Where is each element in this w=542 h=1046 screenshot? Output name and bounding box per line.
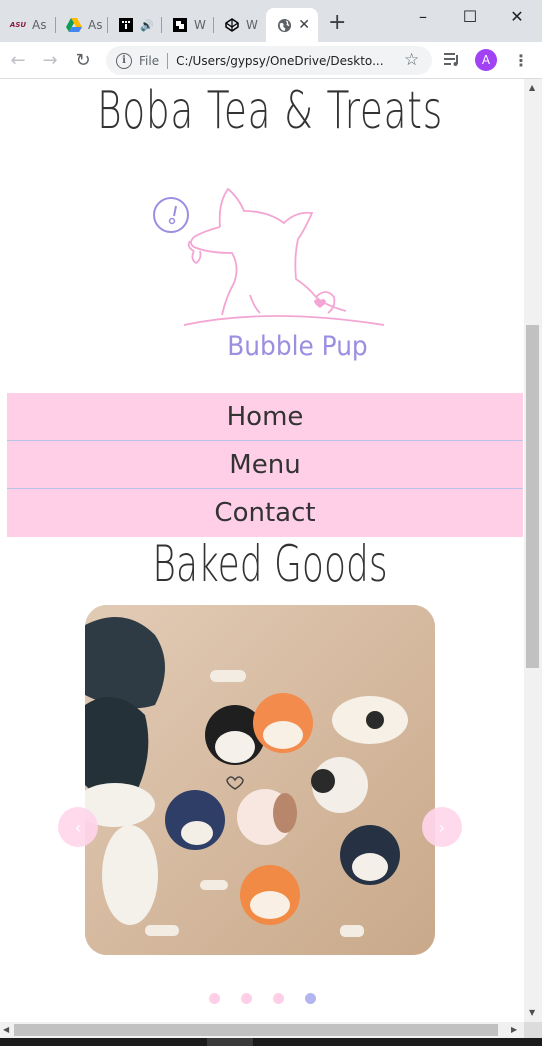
horizontal-scrollbar[interactable]: ◀ ▶ [0, 1022, 524, 1038]
globe-icon [276, 17, 292, 33]
scroll-up-icon[interactable]: ▲ [529, 83, 535, 92]
nav-menu[interactable]: Menu [7, 441, 523, 489]
bubble-pup-logo[interactable]: Bubble Pup [150, 183, 390, 367]
music-player-icon [118, 17, 134, 33]
speaker-icon: 🔊 [140, 18, 154, 32]
address-scheme: File [139, 53, 160, 68]
page-viewport: Boba Tea & Treats Bubble Pup Home Menu C… [0, 79, 524, 1022]
tab-asu[interactable]: ASU As [0, 8, 56, 42]
carousel-dot[interactable] [208, 993, 220, 1004]
tab-notes[interactable]: W [162, 8, 214, 42]
close-tab-icon[interactable]: ✕ [298, 17, 310, 33]
back-button[interactable]: ← [8, 50, 28, 71]
tab-codepen[interactable]: W [214, 8, 266, 42]
google-drive-icon [66, 17, 82, 33]
info-icon[interactable]: i [116, 52, 132, 69]
taskbar-item[interactable] [207, 1038, 253, 1046]
carousel-image [85, 605, 435, 955]
vertical-scroll-thumb[interactable] [526, 325, 539, 668]
address-url: C:/Users/gypsy/OneDrive/Deskto... [176, 53, 384, 68]
nav-home[interactable]: Home [7, 393, 523, 441]
forward-button[interactable]: → [40, 50, 60, 71]
scroll-down-icon[interactable]: ▼ [529, 1008, 535, 1017]
notes-app-icon [172, 17, 188, 33]
menu-kebab-icon[interactable]: ⋮ [513, 51, 529, 70]
scroll-left-icon[interactable]: ◀ [3, 1025, 9, 1034]
main-nav: Home Menu Contact [7, 393, 523, 537]
codepen-icon [224, 17, 240, 33]
profile-avatar[interactable]: A [475, 49, 497, 71]
maximize-button[interactable]: ☐ [447, 4, 493, 28]
new-tab-button[interactable]: + [328, 12, 346, 34]
tab-strip: ASU As As 🔊 W W ✕ + – ☐ ✕ [0, 0, 542, 42]
tab-label: As [32, 18, 47, 32]
horizontal-scroll-thumb[interactable] [14, 1024, 498, 1036]
vertical-scrollbar[interactable]: ▲ ▼ [524, 79, 542, 1022]
browser-window: ASU As As 🔊 W W ✕ + – ☐ ✕ ← → ↻ i File C… [0, 0, 542, 1046]
carousel-dot[interactable] [272, 993, 284, 1004]
scrollbar-corner [524, 1022, 542, 1038]
asu-icon: ASU [9, 21, 27, 29]
tab-google-drive[interactable]: As [56, 8, 108, 42]
nav-contact[interactable]: Contact [7, 489, 523, 537]
minimize-button[interactable]: – [400, 4, 446, 28]
tab-label: W [194, 18, 206, 32]
carousel-indicators [0, 993, 524, 1004]
taskbar [0, 1038, 542, 1046]
carousel-next-button[interactable]: › [422, 807, 462, 847]
section-title: Baked Goods [152, 535, 388, 593]
tab-label: As [88, 18, 103, 32]
reload-button[interactable]: ↻ [73, 50, 93, 71]
carousel-dot-active[interactable] [304, 993, 316, 1004]
address-bar[interactable]: i File C:/Users/gypsy/OneDrive/Deskto... [106, 46, 432, 75]
tab-label: W [246, 18, 258, 32]
close-window-button[interactable]: ✕ [494, 4, 540, 28]
carousel-dot[interactable] [240, 993, 252, 1004]
site-title: Boba Tea & Treats [97, 81, 443, 141]
scroll-right-icon[interactable]: ▶ [511, 1025, 517, 1034]
bookmark-star-icon[interactable]: ☆ [404, 50, 419, 70]
tab-active-page[interactable]: ✕ [266, 8, 318, 42]
media-control-icon[interactable] [443, 51, 461, 71]
logo-text: Bubble Pup [227, 331, 367, 362]
carousel-prev-button[interactable]: ‹ [58, 807, 98, 847]
tab-music[interactable]: 🔊 [108, 8, 162, 42]
